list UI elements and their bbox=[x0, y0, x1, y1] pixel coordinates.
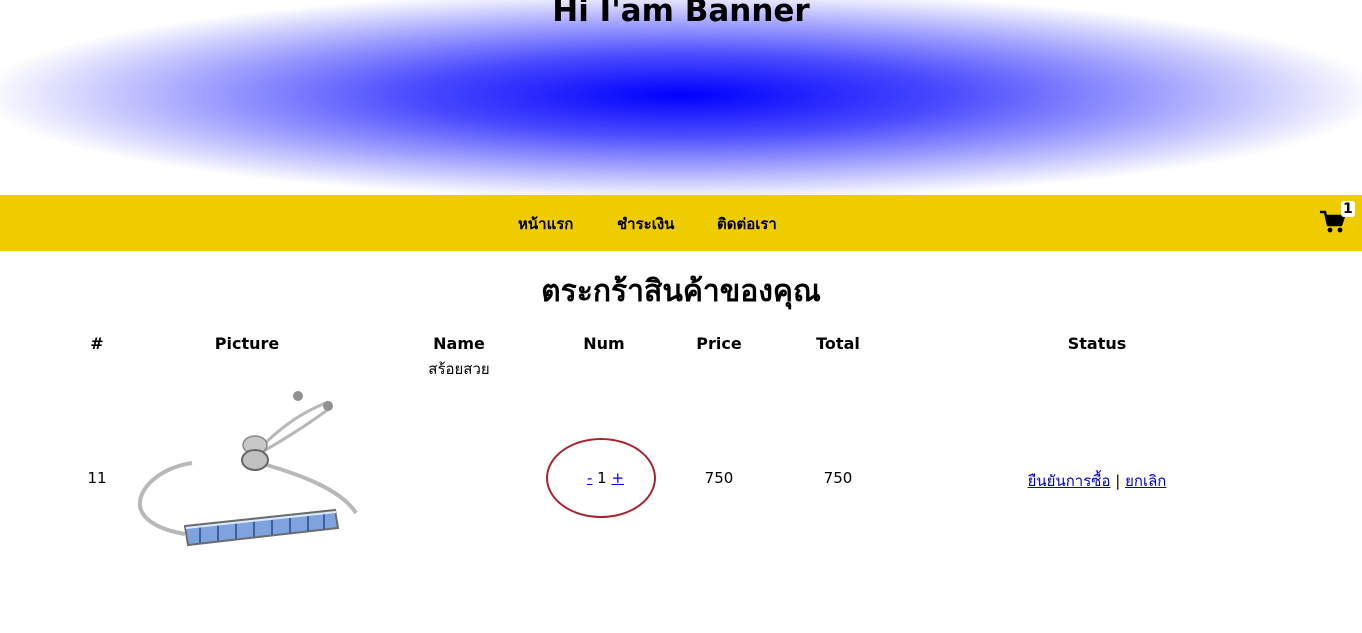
banner-title: Hi I'am Banner bbox=[552, 0, 810, 29]
row-id: 11 bbox=[87, 469, 107, 487]
cancel-link[interactable]: ยกเลิก bbox=[1125, 472, 1166, 490]
header-total: Total bbox=[816, 334, 860, 353]
header-num: Num bbox=[583, 334, 625, 353]
bracelet-image bbox=[137, 391, 358, 547]
header-picture: Picture bbox=[214, 334, 280, 353]
navbar: หน้าแรก ชำระเงิน ติดต่อเรา bbox=[0, 195, 1362, 251]
banner: Hi I'am Banner bbox=[0, 0, 1362, 195]
quantity-value: 1 bbox=[597, 469, 607, 487]
nav-links: หน้าแรก ชำระเงิน ติดต่อเรา bbox=[0, 195, 1362, 251]
nav-link-home[interactable]: หน้าแรก bbox=[518, 212, 573, 236]
total-cell: 750 bbox=[823, 469, 853, 487]
page-title: ตระกร้าสินค้าของคุณ bbox=[541, 274, 821, 309]
cart-count-badge: 1 bbox=[1341, 201, 1355, 217]
status-actions: ยืนยันการซื้อ | ยกเลิก bbox=[1020, 469, 1174, 493]
confirm-purchase-link[interactable]: ยืนยันการซื้อ bbox=[1028, 472, 1111, 490]
nav-link-contact[interactable]: ติดต่อเรา bbox=[717, 212, 777, 236]
action-separator: | bbox=[1115, 472, 1121, 490]
increment-link[interactable]: + bbox=[611, 469, 624, 487]
header-status: Status bbox=[1067, 334, 1127, 353]
nav-link-payment[interactable]: ชำระเงิน bbox=[617, 212, 674, 236]
header-name: Name bbox=[433, 334, 485, 353]
header-price: Price bbox=[696, 334, 742, 353]
header-number: # bbox=[90, 334, 104, 353]
decrement-link[interactable]: - bbox=[587, 469, 592, 487]
quantity-stepper: - 1 + bbox=[583, 469, 628, 487]
product-name: สร้อยสวย bbox=[428, 360, 490, 378]
price-cell: 750 bbox=[704, 469, 734, 487]
